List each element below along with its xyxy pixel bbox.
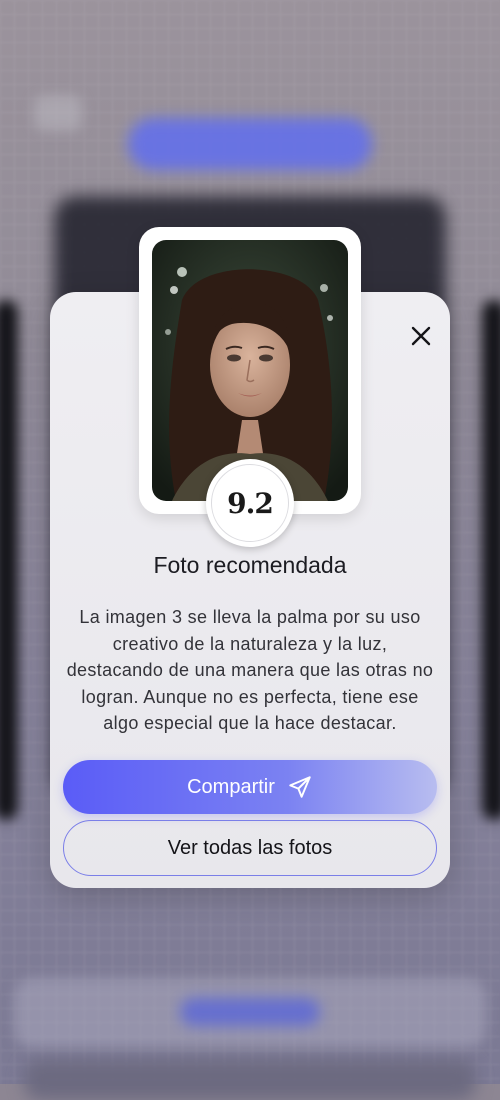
modal-description: La imagen 3 se lleva la palma por su uso… <box>66 607 434 733</box>
share-button[interactable]: Compartir <box>63 760 437 814</box>
view-all-photos-label: Ver todas las fotos <box>167 836 333 859</box>
score-badge: 9.2 <box>206 459 294 547</box>
share-button-label: Compartir <box>187 775 275 798</box>
background-side-card-right <box>482 300 500 820</box>
background-back-button <box>34 95 82 131</box>
close-button[interactable] <box>404 319 438 353</box>
background-side-card-left <box>0 300 18 820</box>
score-value: 9.2 <box>211 464 289 542</box>
modal-title: Foto recomendada <box>153 552 347 578</box>
view-all-photos-button[interactable]: Ver todas las fotos <box>63 820 437 876</box>
background-header-pill <box>128 118 372 170</box>
background-bottom-pill <box>180 998 320 1026</box>
background-footer <box>24 1060 476 1100</box>
close-icon <box>411 326 431 346</box>
send-icon <box>289 776 311 798</box>
